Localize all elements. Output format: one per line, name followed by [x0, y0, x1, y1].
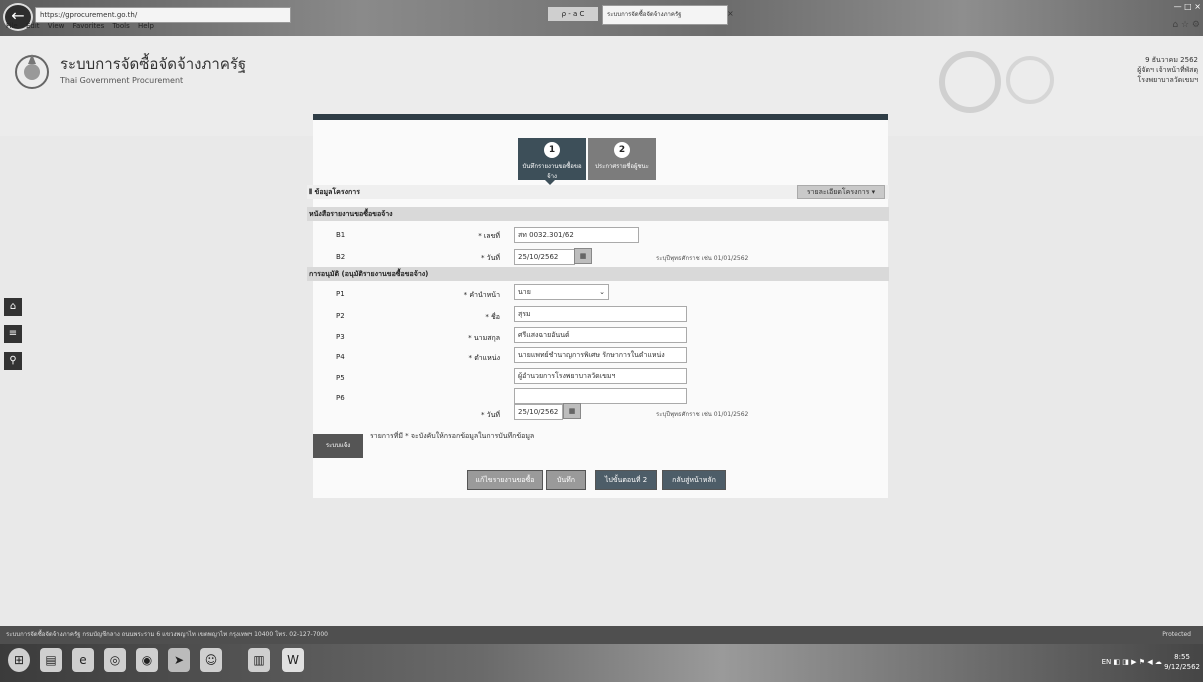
edit-report-button[interactable]: แก้ไขรายงานขอซื้อ: [467, 470, 543, 490]
site-logo-icon: [15, 54, 49, 89]
tray-icons[interactable]: ◧ ◨ ▶ ⚑ ◀ ☁: [1113, 658, 1164, 666]
user-info: 9 ธันวาคม 2562 ผู้จัดฯ เจ้าหน้าที่พัสดุ …: [1040, 55, 1198, 85]
back-home-button[interactable]: กลับสู่หน้าหลัก: [662, 470, 726, 490]
row-code: P2: [336, 312, 345, 320]
doc-number-input[interactable]: สท 0032.301/62: [514, 227, 639, 243]
row-caption: * เลขที่: [478, 232, 500, 240]
clock-date[interactable]: 9/12/2562: [1164, 662, 1200, 672]
row-code: P4: [336, 353, 345, 361]
row-caption: * ชื่อ: [485, 313, 500, 321]
doc-date-input[interactable]: 25/10/2562: [514, 249, 575, 265]
people-icon[interactable]: ☺: [200, 648, 222, 672]
row-code: P5: [336, 374, 345, 382]
row-caption: * คำนำหน้า: [463, 291, 500, 299]
current-date: 9 ธันวาคม 2562: [1145, 56, 1198, 64]
address-controls[interactable]: ρ - a C: [548, 7, 598, 21]
word-icon[interactable]: W: [282, 648, 304, 672]
window-controls[interactable]: — □ ×: [1135, 2, 1201, 18]
project-detail-dropdown[interactable]: รายละเอียดโครงการ ▾: [797, 185, 885, 199]
menu-edit[interactable]: Edit: [26, 22, 40, 30]
site-title: ระบบการจัดซื้อจัดจ้างภาครัฐ: [60, 55, 247, 73]
last-name-input[interactable]: ศรีแสงฉายอันนต์: [514, 327, 687, 343]
menu-help[interactable]: Help: [138, 22, 154, 30]
step-2-number: 2: [614, 142, 630, 158]
menu-tools[interactable]: Tools: [112, 22, 129, 30]
ie-icon[interactable]: e: [72, 648, 94, 672]
project-title: ข้อมูลโครงการ: [314, 188, 360, 196]
save-button[interactable]: บันทึก: [546, 470, 586, 490]
chat-icon[interactable]: ◉: [136, 648, 158, 672]
step-2-label: ประกาศรายชื่อผู้ชนะ: [595, 163, 649, 170]
clock-time[interactable]: 8:55: [1164, 652, 1200, 662]
row-caption: * วันที่: [480, 254, 500, 262]
row-caption: * นามสกุล: [468, 334, 500, 342]
folder-icon[interactable]: ▤: [40, 648, 62, 672]
approval-date-input[interactable]: 25/10/2562: [514, 404, 563, 420]
step-2[interactable]: 2 ประกาศรายชื่อผู้ชนะ: [588, 138, 656, 180]
required-note: รายการที่มี * จะบังคับให้กรอกข้อมูลในการ…: [370, 432, 535, 440]
calendar-icon[interactable]: ▦: [574, 248, 592, 264]
menu-view[interactable]: View: [48, 22, 65, 30]
position-input[interactable]: นายแพทย์ชำนาญการพิเศษ รักษาการในตำแหน่ง: [514, 347, 687, 363]
menu-favorites[interactable]: Favorites: [73, 22, 105, 30]
section-approval-header: การอนุมัติ (อนุมัติรายงานขอซื้อขอจ้าง): [307, 267, 889, 281]
user-org: โรงพยาบาลวัดเขมฯ: [1137, 76, 1198, 84]
title-select[interactable]: นาย ⌄: [514, 284, 609, 300]
row-code: P3: [336, 333, 345, 341]
site-subtitle: Thai Government Procurement: [60, 76, 184, 85]
row-code: B1: [336, 231, 346, 239]
panel-topbar: [313, 114, 888, 120]
step-1[interactable]: 1 บันทึกรายงานขอซื้อขอจ้าง: [518, 138, 586, 180]
language-indicator[interactable]: EN: [1102, 658, 1112, 666]
home-icon[interactable]: ⌂: [4, 298, 22, 316]
status-bar: ระบบการจัดซื้อจัดจ้างภาครัฐ กรมบัญชีกลาง…: [0, 626, 1203, 644]
chevron-down-icon: ⌄: [599, 288, 605, 296]
document-icon[interactable]: ▥: [248, 648, 270, 672]
date-hint: ระบุปีพุทธศักราช เช่น 01/01/2562: [656, 255, 749, 262]
status-text: ระบบการจัดซื้อจัดจ้างภาครัฐ กรมบัญชีกลาง…: [6, 631, 328, 638]
row-code: P1: [336, 290, 345, 298]
step-1-number: 1: [544, 142, 560, 158]
next-step-button[interactable]: ไปขั้นตอนที่ 2: [595, 470, 657, 490]
row-caption: * ตำแหน่ง: [468, 354, 500, 362]
first-name-input[interactable]: สุรม: [514, 306, 687, 322]
row-caption: * วันที่: [480, 411, 500, 419]
browser-tool-icons[interactable]: ⌂ ☆ ⚙: [1160, 20, 1200, 34]
menu-file[interactable]: File: [6, 22, 18, 30]
alert-tag[interactable]: ระบบแจ้ง: [313, 434, 363, 458]
tab-close-icon[interactable]: ×: [727, 5, 737, 23]
chrome-icon[interactable]: ◎: [104, 648, 126, 672]
section-request-header: หนังสือรายงานขอซื้อขอจ้าง: [307, 207, 889, 221]
browser-tab[interactable]: ระบบการจัดซื้อจัดจ้างภาครัฐ: [602, 5, 728, 25]
start-icon[interactable]: ⊞: [8, 648, 30, 672]
position-line2-input[interactable]: ผู้อำนวยการโรงพยาบาลวัดเขมฯ: [514, 368, 687, 384]
row-code: P6: [336, 394, 345, 402]
calendar-icon[interactable]: ▦: [563, 403, 581, 419]
menu-bar: File Edit View Favorites Tools Help: [0, 20, 320, 32]
menu-icon[interactable]: ≡: [4, 325, 22, 343]
row-code: B2: [336, 253, 346, 261]
extra-input[interactable]: [514, 388, 687, 404]
search-icon[interactable]: ⚲: [4, 352, 22, 370]
user-name[interactable]: ผู้จัดฯ เจ้าหน้าที่พัสดุ: [1040, 65, 1198, 75]
step-1-label: บันทึกรายงานขอซื้อขอจ้าง: [522, 163, 582, 180]
player-icon[interactable]: ➤: [168, 648, 190, 672]
status-zone: Protected: [1162, 631, 1191, 638]
date-hint: ระบุปีพุทธศักราช เช่น 01/01/2562: [656, 411, 749, 418]
title-select-value: นาย: [518, 288, 531, 296]
system-tray: EN ◧ ◨ ▶ ⚑ ◀ ☁ 8:55 9/12/2562: [1000, 652, 1200, 672]
